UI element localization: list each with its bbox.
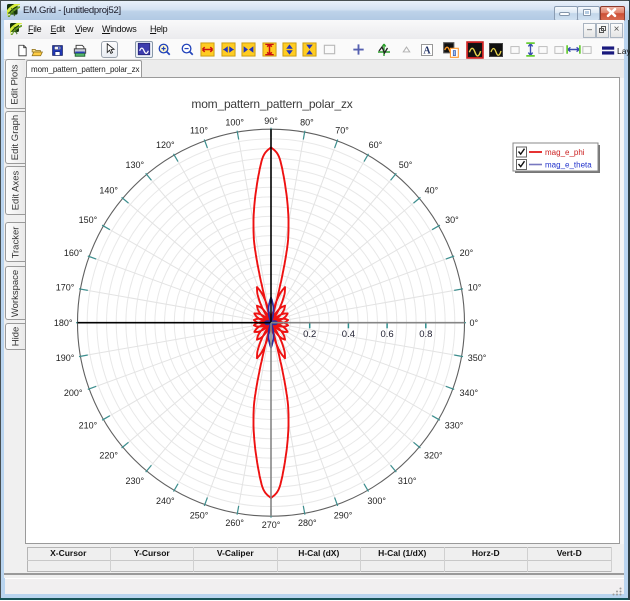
svg-text:150°: 150°	[79, 215, 98, 225]
svg-text:330°: 330°	[445, 421, 464, 431]
svg-text:120°: 120°	[156, 140, 175, 150]
svg-text:310°: 310°	[398, 476, 417, 486]
svg-text:30°: 30°	[445, 215, 459, 225]
svg-text:0.8: 0.8	[419, 329, 432, 340]
svg-text:mag_e_phi: mag_e_phi	[545, 148, 585, 157]
svg-text:40°: 40°	[425, 185, 439, 195]
svg-text:280°: 280°	[298, 518, 317, 528]
svg-text:260°: 260°	[225, 518, 244, 528]
svg-text:270°: 270°	[262, 520, 281, 530]
svg-text:A: A	[423, 46, 431, 57]
svg-text:90°: 90°	[264, 116, 278, 126]
svg-text:240°: 240°	[156, 496, 175, 506]
svg-text:320°: 320°	[424, 450, 443, 460]
svg-text:220°: 220°	[99, 450, 118, 460]
svg-text:160°: 160°	[64, 248, 83, 258]
svg-text:200°: 200°	[64, 388, 83, 398]
svg-text:290°: 290°	[334, 510, 353, 520]
svg-text:20°: 20°	[460, 248, 474, 258]
svg-text:80°: 80°	[300, 118, 314, 128]
svg-text:110°: 110°	[190, 126, 208, 136]
svg-text:340°: 340°	[459, 388, 478, 398]
svg-text:300°: 300°	[367, 496, 386, 506]
svg-text:100°: 100°	[225, 118, 244, 128]
svg-text:230°: 230°	[125, 476, 144, 486]
svg-text:130°: 130°	[125, 160, 144, 170]
svg-text:170°: 170°	[56, 283, 75, 293]
svg-text:10°: 10°	[468, 283, 482, 293]
svg-text:60°: 60°	[369, 140, 383, 150]
svg-text:0.2: 0.2	[303, 329, 316, 340]
svg-text:0°: 0°	[469, 318, 478, 328]
svg-text:mag_e_theta: mag_e_theta	[545, 161, 592, 170]
svg-text:mom_pattern_pattern_polar_zx: mom_pattern_pattern_polar_zx	[191, 97, 352, 111]
svg-text:50°: 50°	[399, 160, 413, 170]
svg-text:0.6: 0.6	[380, 329, 393, 340]
svg-text:190°: 190°	[56, 353, 75, 363]
svg-text:350°: 350°	[468, 353, 487, 363]
svg-text:0.4: 0.4	[342, 329, 355, 340]
svg-text:140°: 140°	[99, 185, 118, 195]
svg-text:180°: 180°	[54, 318, 73, 328]
svg-text:70°: 70°	[335, 126, 349, 136]
svg-text:210°: 210°	[79, 421, 98, 431]
svg-text:250°: 250°	[190, 510, 209, 520]
